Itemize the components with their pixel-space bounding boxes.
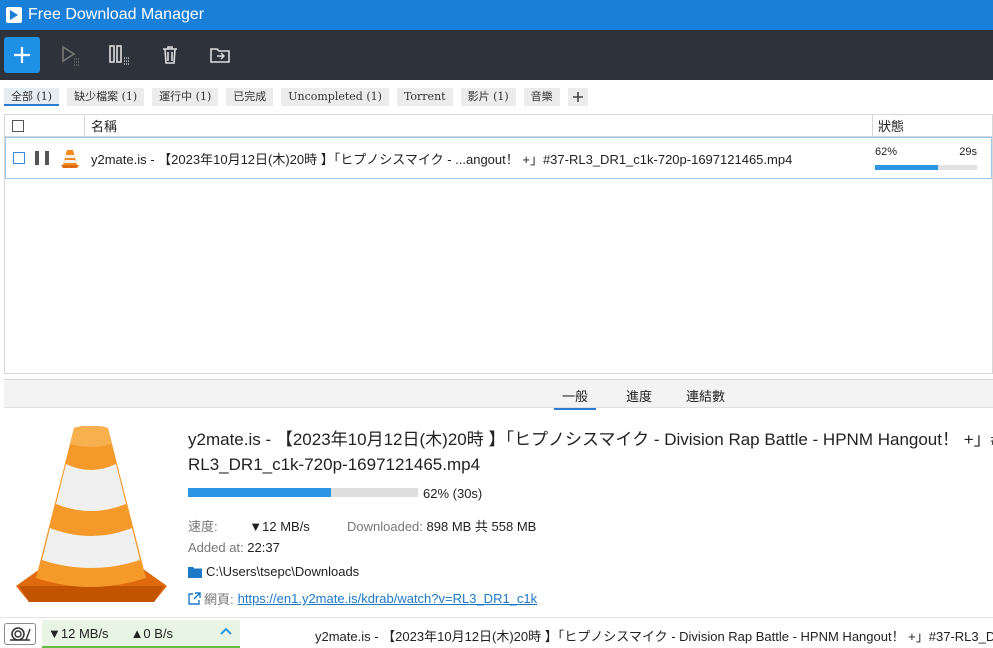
details-tabs: 一般 進度 連結數 — [4, 380, 993, 410]
move-to-folder-button[interactable] — [200, 37, 240, 73]
speed-label: 速度: — [188, 519, 218, 534]
speed-summary[interactable]: ▼12 MB/s ▲0 B/s — [42, 620, 240, 648]
detail-title-line1: y2mate.is - 【2023年10月12日(木)20時 】「ヒプノシスマイ… — [188, 430, 993, 449]
status-file-name: y2mate.is - 【2023年10月12日(木)20時 】「ヒプノシスマイ… — [315, 629, 993, 644]
filter-music[interactable]: 音樂 — [523, 88, 560, 106]
toolbar — [0, 30, 993, 80]
filter-completed[interactable]: 已完成 — [226, 88, 274, 106]
detail-speed: 速度: ▼12 MB/s — [188, 516, 310, 535]
vlc-cone-icon — [61, 150, 79, 168]
detail-added-at: Added at: 22:37 — [188, 540, 280, 555]
detail-file-title: y2mate.is - 【2023年10月12日(木)20時 】「ヒプノシスマイ… — [188, 427, 993, 477]
tab-connections[interactable]: 連結數 — [686, 386, 725, 405]
table-row[interactable]: y2mate.is - 【2023年10月12日(木)20時 】「ヒプノシスマイ… — [5, 137, 992, 179]
play-icon — [62, 45, 79, 66]
app-window: Free Download Manager 全部 (1) 缺少檔案 (1) 運行… — [0, 0, 993, 648]
app-logo-icon — [6, 7, 22, 23]
add-download-button[interactable] — [4, 37, 40, 73]
pause-button[interactable] — [100, 37, 140, 73]
web-url-link[interactable]: https://en1.y2mate.is/kdrab/watch?v=RL3_… — [238, 591, 538, 606]
speed-value: ▼12 MB/s — [249, 519, 310, 534]
status-bar: ▼12 MB/s ▲0 B/s y2mate.is - 【2023年10月12日… — [0, 617, 993, 648]
row-progress-fill — [875, 165, 939, 170]
select-all-checkbox[interactable] — [12, 119, 24, 132]
total-up-speed: ▲0 B/s — [130, 625, 174, 641]
filter-uncompleted[interactable]: Uncompleted (1) — [281, 88, 389, 106]
folder-path: C:\Users\tsepc\Downloads — [206, 564, 360, 579]
plus-icon — [572, 92, 583, 102]
external-link-icon — [188, 592, 201, 605]
pause-icon — [109, 45, 130, 65]
details-panel: 一般 進度 連結數 y2mate.is - 【2023年10月12日(木)20時… — [4, 379, 993, 613]
detail-title-line2: RL3_DR1_c1k-720p-1697121465.mp4 — [188, 455, 481, 474]
title-bar: Free Download Manager — [0, 0, 993, 30]
detail-progress-bar — [188, 488, 418, 497]
filter-all[interactable]: 全部 (1) — [4, 88, 60, 106]
added-label: Added at: — [188, 540, 244, 555]
web-label: 網頁: — [204, 592, 234, 607]
filter-video[interactable]: 影片 (1) — [460, 88, 516, 106]
vlc-cone-large-icon — [16, 426, 167, 602]
download-list: 名稱 狀態 y2mate.is - 【2023年10月12日(木)20時 】「ヒ… — [4, 114, 993, 374]
column-name[interactable]: 名稱 — [85, 114, 873, 137]
speed-mode-button[interactable] — [4, 623, 36, 645]
tab-general[interactable]: 一般 — [554, 386, 597, 410]
downloaded-label: Downloaded: — [347, 519, 423, 534]
downloaded-value: 898 MB 共 558 MB — [426, 519, 537, 534]
folder-icon — [188, 566, 202, 578]
detail-folder[interactable]: C:\Users\tsepc\Downloads — [188, 564, 359, 579]
column-status[interactable]: 狀態 — [873, 116, 904, 135]
snail-icon — [10, 627, 31, 641]
list-header: 名稱 狀態 — [5, 114, 992, 137]
detail-downloaded: Downloaded: 898 MB 共 558 MB — [347, 516, 536, 535]
filter-missing-files[interactable]: 缺少檔案 (1) — [67, 88, 145, 106]
row-pause-button[interactable] — [35, 151, 49, 165]
row-percent: 62% — [875, 146, 898, 158]
row-time-left: 29s — [959, 146, 977, 158]
detail-progress-label: 62% (30s) — [423, 486, 483, 501]
row-progress: 62% 29s — [875, 146, 985, 170]
tab-progress[interactable]: 進度 — [626, 386, 652, 405]
detail-progress-fill — [188, 488, 331, 497]
delete-button[interactable] — [150, 37, 190, 73]
filter-tabs: 全部 (1) 缺少檔案 (1) 運行中 (1) 已完成 Uncompleted … — [0, 80, 993, 114]
filter-torrent[interactable]: Torrent — [396, 88, 453, 106]
row-file-name: y2mate.is - 【2023年10月12日(木)20時 】「ヒプノシスマイ… — [91, 151, 793, 167]
total-down-speed: ▼12 MB/s — [48, 625, 109, 641]
window-title: Free Download Manager — [28, 6, 205, 23]
start-button[interactable] — [50, 37, 90, 73]
detail-web: 網頁: https://en1.y2mate.is/kdrab/watch?v=… — [188, 589, 537, 608]
plus-icon — [14, 47, 30, 63]
chevron-up-icon — [220, 627, 232, 635]
folder-move-icon — [210, 48, 230, 63]
filter-running[interactable]: 運行中 (1) — [152, 88, 219, 106]
add-filter-button[interactable] — [567, 88, 588, 106]
row-checkbox[interactable] — [13, 152, 25, 164]
added-value: 22:37 — [247, 540, 280, 555]
trash-icon — [163, 46, 177, 64]
